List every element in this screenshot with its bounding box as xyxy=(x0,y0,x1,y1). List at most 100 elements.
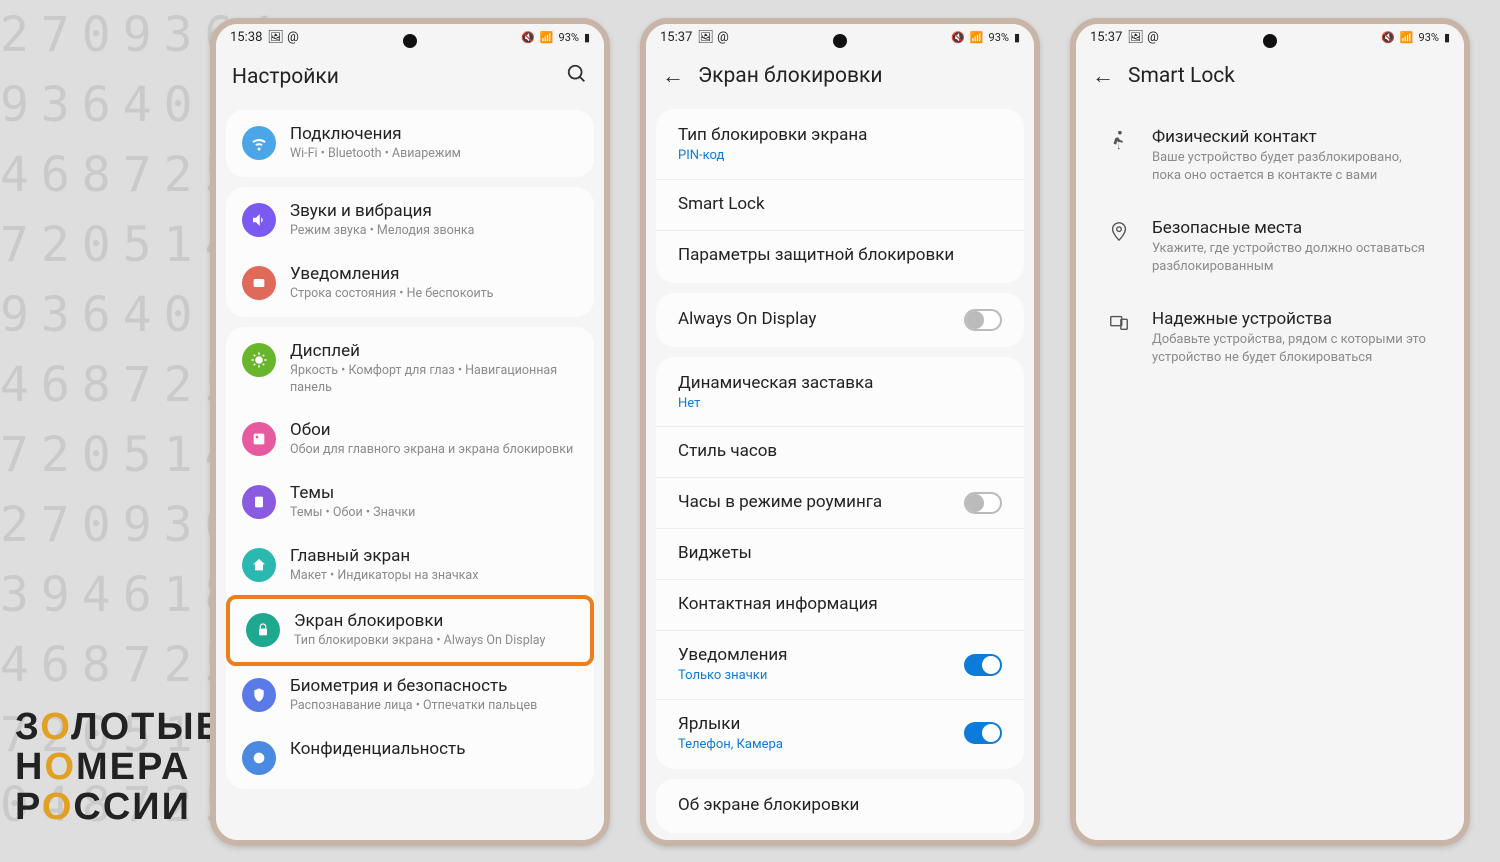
lock-icon xyxy=(246,613,280,647)
phone-smartlock: 15:37 🖼 @ 🔇 📶 93% ▮ ← Smart Lock Физичес… xyxy=(1070,18,1470,846)
sound-icon xyxy=(242,203,276,237)
row-title: Физический контакт xyxy=(1152,127,1432,147)
row-subtitle: Укажите, где устройство должно оставатьс… xyxy=(1152,240,1432,275)
signal-icon: 📶 xyxy=(540,31,554,44)
row-title: Обои xyxy=(290,420,578,440)
row-subtitle: Макет • Индикаторы на значках xyxy=(290,568,578,585)
lockscreen-row[interactable]: Об экране блокировки xyxy=(656,781,1024,831)
status-time: 15:38 xyxy=(230,30,262,45)
settings-row-wall[interactable]: Обои Обои для главного экрана и экрана б… xyxy=(226,408,594,471)
smartlock-row[interactable]: Надежные устройства Добавьте устройства,… xyxy=(1086,293,1454,384)
row-title: Стиль часов xyxy=(678,441,1002,461)
settings-row-home[interactable]: Главный экран Макет • Индикаторы на знач… xyxy=(226,534,594,597)
toggle-switch[interactable] xyxy=(964,492,1002,514)
battery-icon: ▮ xyxy=(1444,31,1450,44)
row-subtitle: Строка состояния • Не беспокоить xyxy=(290,286,578,303)
settings-row-themes[interactable]: Темы Темы • Обои • Значки xyxy=(226,471,594,534)
settings-row-sound[interactable]: Звуки и вибрация Режим звука • Мелодия з… xyxy=(226,189,594,252)
lockscreen-row[interactable]: Виджеты xyxy=(656,529,1024,580)
brand-logo: ЗОЛОТЫЕ НОМЕРА РОССИИ xyxy=(15,707,223,827)
walk-icon xyxy=(1108,129,1132,156)
page-title: Smart Lock xyxy=(1128,64,1448,88)
back-button[interactable]: ← xyxy=(1092,63,1114,89)
back-button[interactable]: ← xyxy=(662,63,684,89)
priv-icon xyxy=(242,741,276,775)
lockscreen-row[interactable]: Динамическая заставка Нет xyxy=(656,359,1024,428)
lockscreen-row[interactable]: Ярлыки Телефон, Камера xyxy=(656,700,1024,768)
row-subtitle: Телефон, Камера xyxy=(678,736,964,754)
display-icon xyxy=(242,343,276,377)
row-title: Главный экран xyxy=(290,546,578,566)
row-subtitle: Ваше устройство будет разблокировано, по… xyxy=(1152,149,1432,184)
toggle-switch[interactable] xyxy=(964,309,1002,331)
mute-icon: 🔇 xyxy=(1381,31,1395,44)
status-left-icons: 🖼 @ xyxy=(1127,30,1158,45)
page-title: Экран блокировки xyxy=(698,64,1018,88)
notif-icon xyxy=(242,266,276,300)
lockscreen-row[interactable]: Тип блокировки экранаPIN-код xyxy=(656,111,1024,180)
status-left-icons: 🖼 @ xyxy=(697,30,728,45)
lockscreen-row[interactable]: Параметры защитной блокировки xyxy=(656,231,1024,281)
row-title: Уведомления xyxy=(290,264,578,284)
row-title: Об экране блокировки xyxy=(678,795,1002,815)
row-subtitle: Яркость • Комфорт для глаз • Навигационн… xyxy=(290,363,578,397)
settings-row-bio[interactable]: Биометрия и безопасность Распознавание л… xyxy=(226,664,594,727)
phone-lockscreen: 15:37 🖼 @ 🔇 📶 93% ▮ ← Экран блокировки Т… xyxy=(640,18,1040,846)
status-left-icons: 🖼 @ xyxy=(267,30,298,45)
smartlock-row[interactable]: Физический контакт Ваше устройство будет… xyxy=(1086,111,1454,202)
row-title: Тип блокировки экрана xyxy=(678,125,1002,145)
row-title: Звуки и вибрация xyxy=(290,201,578,221)
mute-icon: 🔇 xyxy=(521,31,535,44)
row-subtitle: Обои для главного экрана и экрана блокир… xyxy=(290,442,578,459)
row-subtitle: Темы • Обои • Значки xyxy=(290,505,578,522)
phone-settings: 15:38 🖼 @ 🔇 📶 93% ▮ Настройки Подключени… xyxy=(210,18,610,846)
lockscreen-row[interactable]: Smart Lock xyxy=(656,180,1024,231)
status-time: 15:37 xyxy=(660,30,692,45)
status-time: 15:37 xyxy=(1090,30,1122,45)
row-title: Always On Display xyxy=(678,309,964,329)
devices-icon xyxy=(1108,311,1132,338)
settings-row-wifi[interactable]: Подключения Wi-Fi • Bluetooth • Авиарежи… xyxy=(226,112,594,175)
pin-icon xyxy=(1108,220,1132,247)
row-title: Виджеты xyxy=(678,543,1002,563)
search-icon[interactable] xyxy=(566,63,588,90)
themes-icon xyxy=(242,485,276,519)
row-title: Конфиденциальность xyxy=(290,739,578,759)
row-subtitle: Добавьте устройства, рядом с которыми эт… xyxy=(1152,331,1432,366)
signal-icon: 📶 xyxy=(1400,31,1414,44)
toggle-switch[interactable] xyxy=(964,722,1002,744)
row-subtitle: Нет xyxy=(678,395,1002,413)
battery-text: 93% xyxy=(989,31,1009,44)
row-title: Smart Lock xyxy=(678,194,1002,214)
lockscreen-row[interactable]: УведомленияТолько значки xyxy=(656,631,1024,700)
bio-icon xyxy=(242,678,276,712)
row-title: Динамическая заставка xyxy=(678,373,1002,393)
row-subtitle: Только значки xyxy=(678,667,964,685)
smartlock-row[interactable]: Безопасные места Укажите, где устройство… xyxy=(1086,202,1454,293)
settings-row-lock[interactable]: Экран блокировки Тип блокировки экрана •… xyxy=(226,595,594,666)
row-title: Ярлыки xyxy=(678,714,964,734)
row-subtitle: Wi-Fi • Bluetooth • Авиарежим xyxy=(290,146,578,163)
lockscreen-row[interactable]: Контактная информация xyxy=(656,580,1024,631)
row-title: Темы xyxy=(290,483,578,503)
lockscreen-row[interactable]: Always On Display xyxy=(656,295,1024,345)
wall-icon xyxy=(242,422,276,456)
battery-icon: ▮ xyxy=(584,31,590,44)
battery-text: 93% xyxy=(1419,31,1439,44)
page-title: Настройки xyxy=(232,65,552,89)
row-subtitle: Тип блокировки экрана • Always On Displa… xyxy=(294,633,574,650)
settings-row-priv[interactable]: Конфиденциальность xyxy=(226,727,594,787)
row-title: Дисплей xyxy=(290,341,578,361)
row-subtitle: Распознавание лица • Отпечатки пальцев xyxy=(290,698,578,715)
settings-row-notif[interactable]: Уведомления Строка состояния • Не беспок… xyxy=(226,252,594,315)
row-title: Параметры защитной блокировки xyxy=(678,245,1002,265)
row-title: Биометрия и безопасность xyxy=(290,676,578,696)
row-title: Контактная информация xyxy=(678,594,1002,614)
home-icon xyxy=(242,548,276,582)
camera-hole xyxy=(1263,34,1277,48)
signal-icon: 📶 xyxy=(970,31,984,44)
settings-row-display[interactable]: Дисплей Яркость • Комфорт для глаз • Нав… xyxy=(226,329,594,409)
toggle-switch[interactable] xyxy=(964,654,1002,676)
lockscreen-row[interactable]: Часы в режиме роуминга xyxy=(656,478,1024,529)
lockscreen-row[interactable]: Стиль часов xyxy=(656,427,1024,478)
